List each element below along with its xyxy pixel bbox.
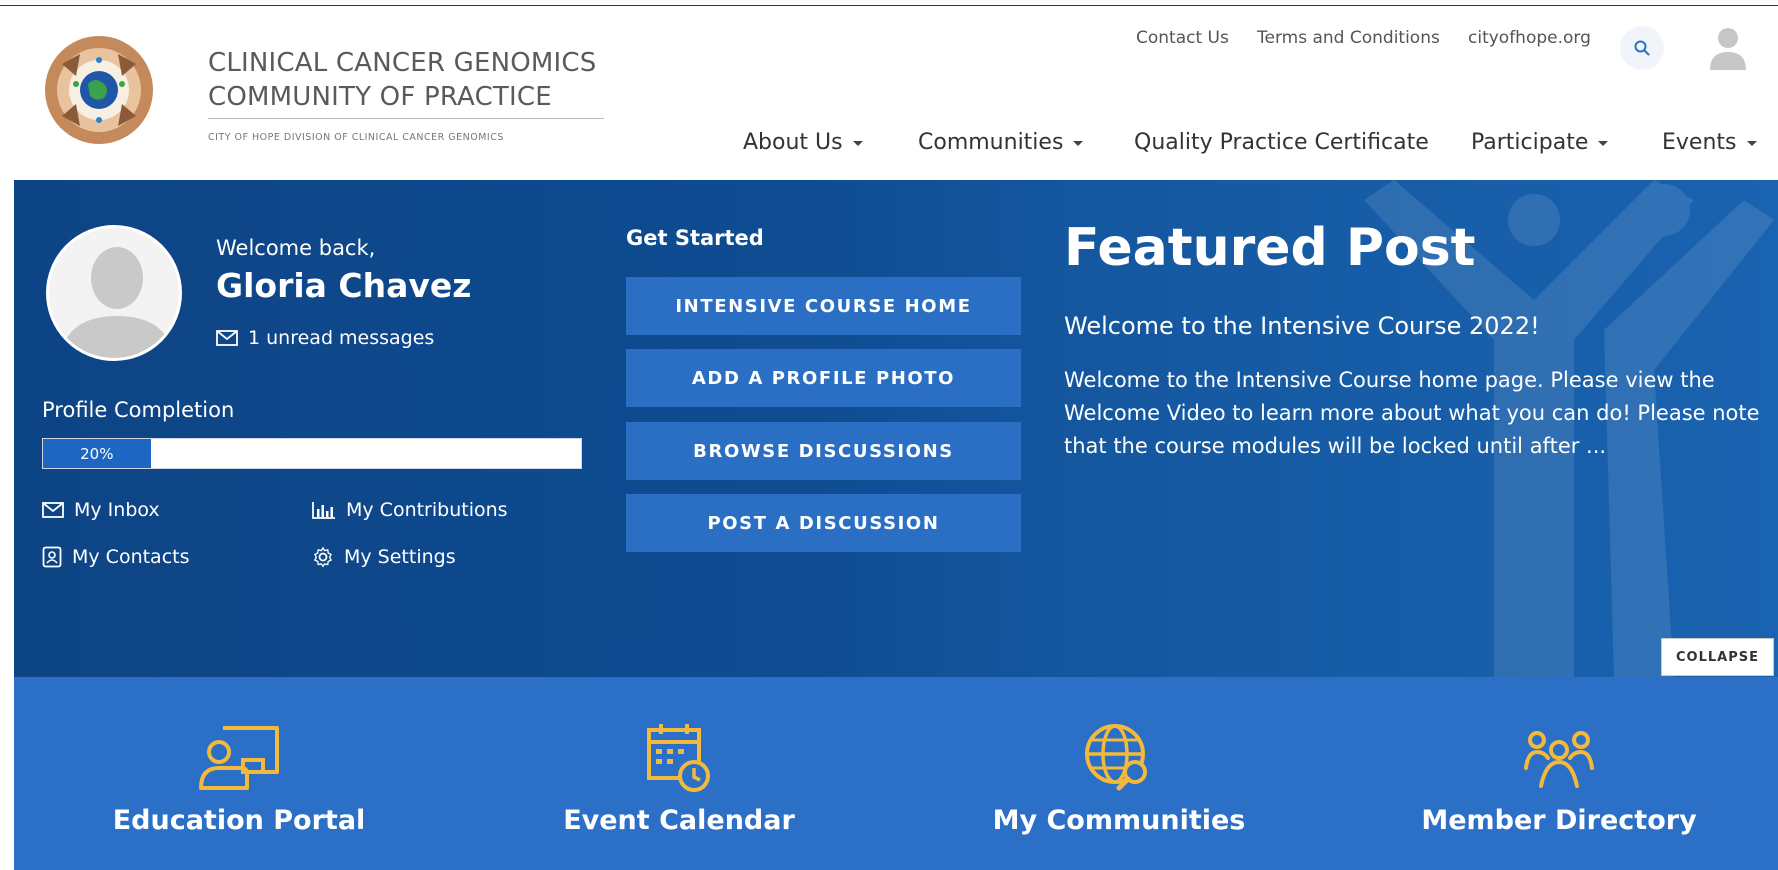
my-contributions-link[interactable]: My Contributions bbox=[312, 499, 508, 521]
dashboard-hero: Welcome back, Gloria Chavez 1 unread mes… bbox=[14, 180, 1778, 677]
nav-about-us-label: About Us bbox=[743, 130, 843, 155]
education-portal-icon bbox=[199, 726, 279, 790]
post-discussion-button[interactable]: POST A DISCUSSION bbox=[626, 494, 1021, 552]
education-portal-tile[interactable]: Education Portal bbox=[19, 677, 459, 870]
globe-search-icon bbox=[1085, 724, 1147, 791]
brand-title-line2: COMMUNITY OF PRACTICE bbox=[208, 82, 552, 112]
user-name: Gloria Chavez bbox=[216, 266, 472, 305]
nav-participate-label: Participate bbox=[1471, 130, 1589, 155]
nav-communities[interactable]: Communities bbox=[918, 130, 1084, 155]
cityofhope-link[interactable]: cityofhope.org bbox=[1468, 28, 1591, 48]
nav-events[interactable]: Events bbox=[1662, 130, 1757, 155]
collapse-button[interactable]: COLLAPSE bbox=[1661, 638, 1774, 676]
nav-communities-label: Communities bbox=[918, 130, 1064, 155]
brand-title-line1: CLINICAL CANCER GENOMICS bbox=[208, 48, 597, 78]
brand-divider bbox=[208, 118, 604, 119]
profile-completion-bar: 20% bbox=[42, 438, 582, 469]
browse-discussions-button[interactable]: BROWSE DISCUSSIONS bbox=[626, 422, 1021, 480]
my-settings-link[interactable]: My Settings bbox=[312, 546, 456, 568]
profile-completion-fill: 20% bbox=[43, 439, 151, 468]
nav-about-us[interactable]: About Us bbox=[743, 130, 863, 155]
search-icon bbox=[1634, 40, 1650, 56]
my-inbox-label: My Inbox bbox=[74, 499, 160, 521]
add-profile-photo-button[interactable]: ADD A PROFILE PHOTO bbox=[626, 349, 1021, 407]
profile-completion-percent: 20% bbox=[80, 444, 114, 463]
contact-card-icon bbox=[42, 546, 62, 568]
bar-chart-icon bbox=[312, 502, 335, 519]
user-menu-icon[interactable] bbox=[1706, 24, 1750, 74]
education-portal-label: Education Portal bbox=[112, 805, 366, 836]
event-calendar-tile[interactable]: Event Calendar bbox=[459, 677, 899, 870]
terms-link[interactable]: Terms and Conditions bbox=[1257, 28, 1440, 48]
unread-messages-link[interactable]: 1 unread messages bbox=[216, 327, 434, 349]
nav-events-label: Events bbox=[1662, 130, 1737, 155]
intensive-course-home-button[interactable]: INTENSIVE COURSE HOME bbox=[626, 277, 1021, 335]
welcome-label: Welcome back, bbox=[216, 236, 376, 260]
envelope-icon bbox=[216, 330, 238, 346]
my-contacts-label: My Contacts bbox=[72, 546, 190, 568]
featured-post-title: Featured Post bbox=[1064, 218, 1476, 278]
featured-post-body: Welcome to the Intensive Course home pag… bbox=[1064, 368, 1760, 458]
envelope-icon bbox=[42, 502, 64, 518]
community-logo-icon[interactable] bbox=[40, 24, 158, 152]
people-group-icon bbox=[1524, 731, 1594, 788]
nav-participate[interactable]: Participate bbox=[1471, 130, 1609, 155]
shortcut-bar: Education Portal Event Calendar My Commu… bbox=[14, 677, 1778, 870]
unread-messages-text: 1 unread messages bbox=[248, 327, 435, 349]
calendar-icon bbox=[647, 724, 710, 792]
profile-completion-title: Profile Completion bbox=[42, 398, 235, 422]
my-communities-label: My Communities bbox=[992, 805, 1246, 836]
get-started-title: Get Started bbox=[626, 226, 764, 250]
my-contacts-link[interactable]: My Contacts bbox=[42, 546, 190, 568]
site-header: CLINICAL CANCER GENOMICS COMMUNITY OF PR… bbox=[0, 6, 1778, 180]
member-directory-tile[interactable]: Member Directory bbox=[1339, 677, 1778, 870]
my-communities-tile[interactable]: My Communities bbox=[899, 677, 1339, 870]
nav-quality-certificate-label: Quality Practice Certificate bbox=[1134, 130, 1429, 155]
brand-title[interactable]: CLINICAL CANCER GENOMICS COMMUNITY OF PR… bbox=[208, 46, 596, 114]
search-button[interactable] bbox=[1620, 26, 1664, 70]
contact-us-link[interactable]: Contact Us bbox=[1136, 28, 1229, 48]
chevron-down-icon bbox=[1073, 140, 1084, 146]
brand-subtitle: CITY OF HOPE DIVISION OF CLINICAL CANCER… bbox=[208, 132, 504, 143]
chevron-down-icon bbox=[1598, 140, 1609, 146]
gear-icon bbox=[313, 546, 332, 568]
avatar-placeholder-icon bbox=[59, 247, 175, 358]
profile-photo[interactable] bbox=[46, 225, 182, 361]
event-calendar-label: Event Calendar bbox=[563, 805, 795, 836]
my-contributions-label: My Contributions bbox=[346, 499, 508, 521]
featured-post-subtitle[interactable]: Welcome to the Intensive Course 2022! bbox=[1064, 312, 1540, 340]
my-inbox-link[interactable]: My Inbox bbox=[42, 499, 160, 521]
member-directory-label: Member Directory bbox=[1421, 805, 1697, 836]
my-settings-label: My Settings bbox=[344, 546, 456, 568]
chevron-down-icon bbox=[1746, 140, 1757, 146]
chevron-down-icon bbox=[852, 140, 863, 146]
nav-quality-certificate[interactable]: Quality Practice Certificate bbox=[1134, 130, 1429, 155]
